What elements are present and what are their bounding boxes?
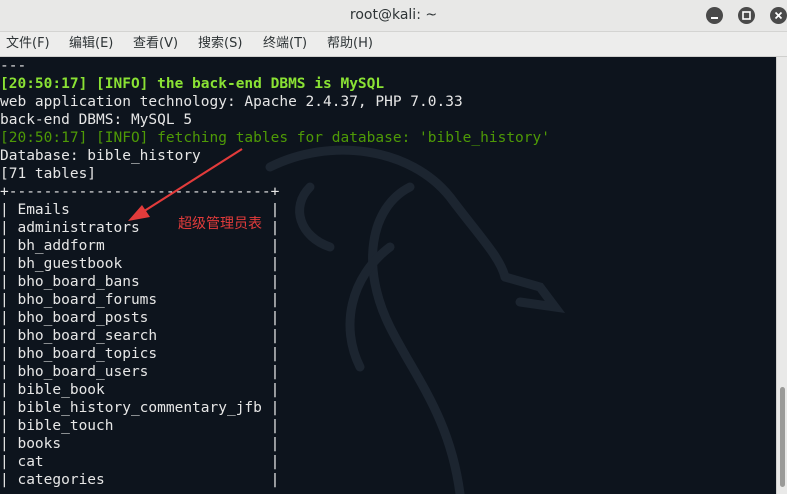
kali-dragon-watermark-icon: [265, 145, 566, 494]
maximize-button[interactable]: [738, 7, 755, 24]
terminal-scrollbar[interactable]: [776, 57, 787, 494]
minimize-icon: [711, 17, 718, 19]
terminal-line: ---: [0, 58, 27, 74]
terminal-line: web application technology: Apache 2.4.3…: [0, 94, 463, 110]
menu-search[interactable]: 搜索(S): [198, 32, 242, 56]
terminal-line: | bible_touch |: [0, 418, 280, 434]
terminal-output[interactable]: --- [20:50:17] [INFO] the back-end DBMS i…: [0, 57, 776, 494]
terminal-line: | bh_guestbook |: [0, 256, 280, 272]
menu-file[interactable]: 文件(F): [6, 32, 50, 56]
window-title: root@kali: ~: [349, 7, 438, 23]
menu-bar: 文件(F) 编辑(E) 查看(V) 搜索(S) 终端(T) 帮助(H): [0, 32, 787, 57]
menu-edit[interactable]: 编辑(E): [69, 32, 113, 56]
terminal-line: | bible_book |: [0, 382, 280, 398]
terminal-line: Database: bible_history: [0, 148, 201, 164]
terminal-line: | bh_addform |: [0, 238, 280, 254]
menu-help[interactable]: 帮助(H): [327, 32, 373, 56]
scrollbar-thumb[interactable]: [780, 387, 785, 487]
terminal-line: | bho_board_search |: [0, 328, 280, 344]
terminal-line: | categories |: [0, 472, 280, 488]
terminal-line: +------------------------------+: [0, 184, 280, 200]
minimize-button[interactable]: [706, 7, 723, 24]
terminal-line: | bible_history_commentary_jfb |: [0, 400, 280, 416]
maximize-icon: [742, 11, 751, 20]
close-button[interactable]: [770, 7, 787, 24]
terminal-line: | bho_board_users |: [0, 364, 280, 380]
terminal-line: | bho_board_posts |: [0, 310, 280, 326]
terminal-line: [20:50:17] [INFO] fetching tables for da…: [0, 130, 550, 146]
terminal-line: | bho_board_bans |: [0, 274, 280, 290]
annotation-label: 超级管理员表: [178, 216, 262, 232]
close-icon: [774, 11, 783, 20]
terminal-line: | bho_board_topics |: [0, 346, 280, 362]
terminal-line: | cat |: [0, 454, 280, 470]
menu-view[interactable]: 查看(V): [133, 32, 178, 56]
terminal-line: [20:50:17] [INFO] the back-end DBMS is M…: [0, 76, 385, 92]
terminal-line: | bho_board_forums |: [0, 292, 280, 308]
terminal-line: | books |: [0, 436, 280, 452]
terminal-line: back-end DBMS: MySQL 5: [0, 112, 193, 128]
terminal-window: root@kali: ~ 文件(F) 编辑(E) 查看(V) 搜索(S) 终端(…: [0, 0, 787, 494]
menu-terminal[interactable]: 终端(T): [263, 32, 307, 56]
title-bar[interactable]: root@kali: ~: [0, 0, 787, 32]
terminal-line: [71 tables]: [0, 166, 97, 182]
